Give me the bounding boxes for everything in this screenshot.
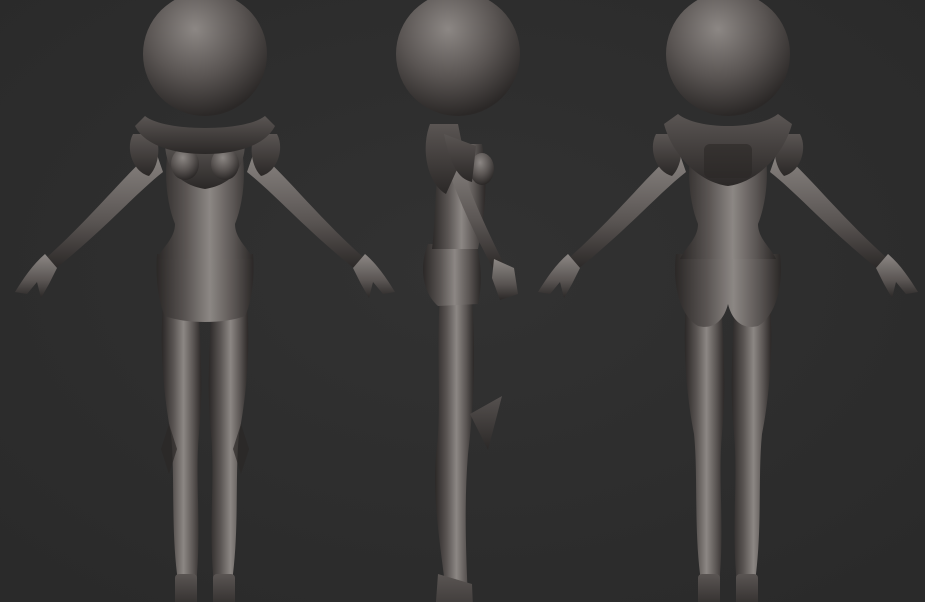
turnaround-render (0, 0, 925, 602)
sculpt-render-canvas (0, 0, 925, 602)
